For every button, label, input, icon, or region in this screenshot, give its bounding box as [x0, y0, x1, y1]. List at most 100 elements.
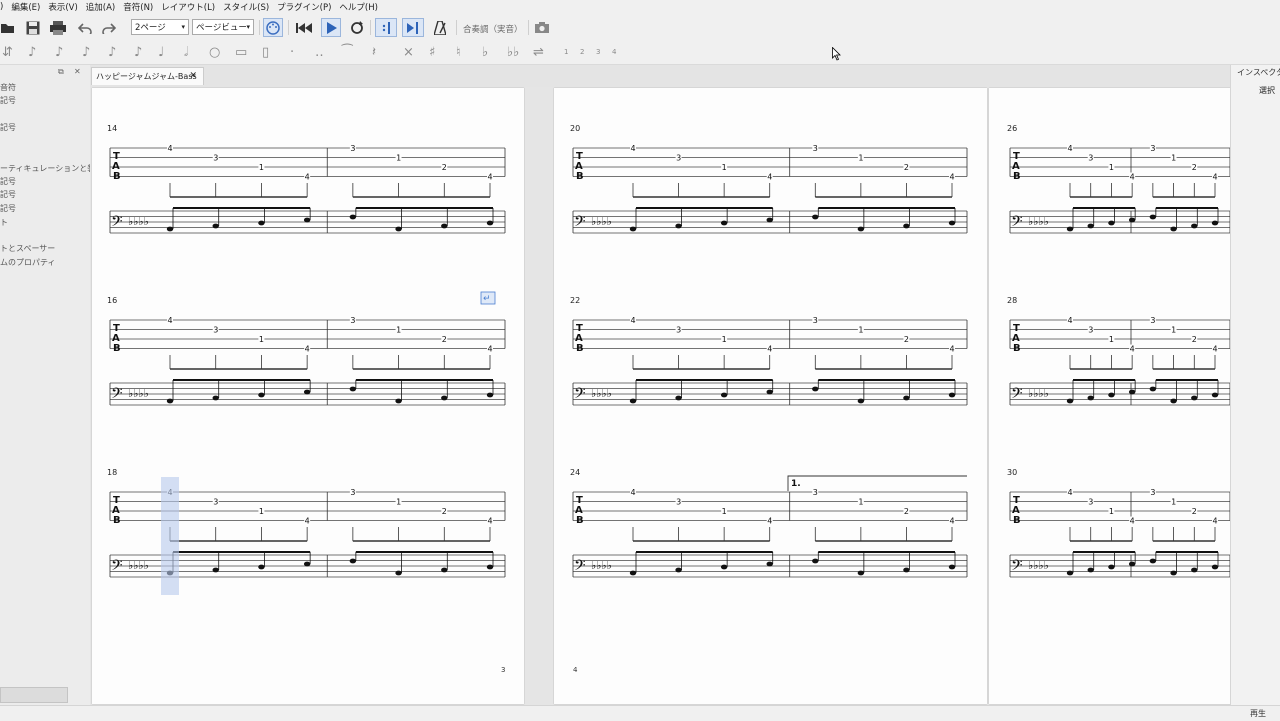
open-folder-icon[interactable] — [0, 18, 16, 37]
notehead — [1211, 220, 1219, 226]
note-half-icon[interactable]: 𝅗𝅥 — [184, 45, 188, 60]
redo-icon[interactable] — [100, 18, 118, 37]
notehead — [395, 398, 402, 404]
sharp-icon[interactable]: ♯ — [429, 45, 435, 60]
natural-icon[interactable]: ♮ — [456, 45, 461, 60]
menu-add[interactable]: 追加(A) — [86, 1, 115, 13]
double-flat-icon[interactable]: ♭♭ — [507, 45, 519, 60]
menu-help[interactable]: ヘルプ(H) — [339, 1, 378, 13]
fret-number: 2 — [442, 335, 447, 344]
note-64th-icon[interactable]: ♪ — [28, 45, 36, 60]
page-select[interactable]: 2ページ ▾ — [131, 19, 189, 35]
flip-direction-icon[interactable]: ⇌ — [533, 45, 544, 60]
notehead — [1108, 392, 1115, 398]
play-icon[interactable] — [321, 18, 341, 37]
palette-item[interactable]: 記号 — [0, 203, 16, 214]
repeat-icon[interactable] — [375, 18, 397, 37]
note-32nd-icon[interactable]: ♪ — [55, 45, 63, 60]
note-whole-icon[interactable]: ○ — [209, 45, 220, 60]
fret-number: 4 — [1068, 488, 1073, 497]
voice-2-button[interactable]: 2 — [580, 48, 584, 56]
bass-clef: 𝄢 — [574, 385, 586, 406]
rest-icon[interactable]: 𝄽 — [372, 45, 376, 60]
menu-file-fragment[interactable]: ) — [0, 2, 3, 12]
close-icon[interactable]: ✕ — [189, 71, 197, 81]
palette-item[interactable]: 音符 — [0, 82, 16, 93]
measure-number: 30 — [1007, 468, 1017, 477]
voice-icon[interactable]: ⇵ — [2, 45, 13, 60]
double-sharp-icon[interactable]: × — [403, 45, 414, 60]
notehead — [486, 564, 494, 570]
notehead — [1149, 386, 1157, 392]
save-icon[interactable] — [24, 18, 42, 37]
camera-icon[interactable] — [533, 18, 551, 37]
view-mode-select[interactable]: ページビュー ▾ — [192, 19, 254, 35]
fret-number: 4 — [767, 517, 772, 526]
notehead — [1087, 567, 1094, 573]
note-breve-icon[interactable]: ▭ — [235, 45, 247, 60]
score-tab[interactable]: ハッピージャムジャム-Bass ✕ — [91, 67, 204, 85]
note-longa-icon[interactable]: ▯ — [262, 45, 269, 60]
score-tab-title: ハッピージャムジャム-Bass — [96, 72, 197, 81]
notehead — [1108, 564, 1115, 570]
fret-number: 2 — [442, 507, 447, 516]
note-quarter-icon[interactable]: ♩ — [158, 45, 164, 60]
workspace-select[interactable] — [0, 687, 68, 703]
score-canvas[interactable]: 14 T A B 𝄢 ♭♭♭♭ 4 3 1 4 3 1 2 4 16 T A B 𝄢 ♭♭♭♭ 4 3 1 4 3 1 2 4 18 T A… — [90, 87, 1230, 705]
key-signature: ♭♭♭♭ — [591, 559, 612, 572]
notehead — [1211, 564, 1219, 570]
notehead — [1087, 223, 1094, 229]
panel-close-icon[interactable]: ✕ — [74, 67, 81, 76]
note-16th-icon[interactable]: ♪ — [82, 45, 90, 60]
palette-item[interactable]: トとスペーサー — [0, 243, 55, 254]
notehead — [948, 220, 956, 226]
menu-layout[interactable]: レイアウト(L) — [161, 1, 215, 13]
menu-notes[interactable]: 音符(N) — [123, 1, 153, 13]
menu-plugins[interactable]: プラグイン(P) — [277, 1, 331, 13]
voice-3-button[interactable]: 3 — [596, 48, 600, 56]
key-signature: ♭♭♭♭ — [128, 559, 149, 572]
dot-icon[interactable]: · — [290, 45, 294, 60]
inspector-title: インスペクタ — [1237, 68, 1280, 77]
notehead — [1191, 223, 1198, 229]
palette-item[interactable]: ト — [0, 217, 8, 228]
measure-number: 24 — [570, 468, 580, 477]
measure-number: 22 — [570, 296, 580, 305]
measure-number: 14 — [107, 124, 117, 133]
menu-edit[interactable]: 編集(E) — [11, 1, 40, 13]
voice-4-button[interactable]: 4 — [612, 48, 616, 56]
double-dot-icon[interactable]: ‥ — [315, 45, 324, 60]
concert-pitch-toggle[interactable]: 合奏調（実音） — [463, 23, 523, 35]
fret-number: 1 — [722, 335, 727, 344]
notehead — [486, 220, 494, 226]
notehead — [1191, 567, 1198, 573]
note-eighth-alt-icon[interactable]: ♪ — [134, 45, 142, 60]
fret-number: 1 — [396, 498, 401, 507]
note-eighth-icon[interactable]: ♪ — [108, 45, 116, 60]
metronome-icon[interactable] — [430, 18, 450, 37]
rewind-icon[interactable] — [294, 18, 314, 37]
palette-item[interactable]: 記号 — [0, 95, 16, 106]
fret-number: 1 — [396, 326, 401, 335]
palette-item[interactable]: 記号 — [0, 176, 16, 187]
print-icon[interactable] — [49, 18, 67, 37]
undock-icon[interactable]: ⧉ — [58, 67, 64, 77]
menu-view[interactable]: 表示(V) — [48, 1, 77, 13]
palette-item[interactable]: ムのプロパティ — [0, 257, 56, 268]
undo-icon[interactable] — [76, 18, 94, 37]
palette-item[interactable]: 記号 — [0, 189, 16, 200]
midi-icon[interactable] — [263, 18, 283, 37]
key-signature: ♭♭♭♭ — [591, 387, 612, 400]
tie-icon[interactable]: ⁀ — [342, 45, 352, 60]
fret-number: 3 — [813, 488, 818, 497]
voice-1-button[interactable]: 1 — [564, 48, 568, 56]
palette-panel: ⧉ ✕ 音符 記号 記号 ーティキュレーションと装飾 記号 記号 記号 ト トと… — [0, 65, 103, 705]
notehead — [766, 389, 773, 395]
flat-icon[interactable]: ♭ — [482, 45, 488, 60]
pan-icon[interactable] — [402, 18, 424, 37]
loop-icon[interactable] — [347, 18, 367, 37]
palette-item[interactable]: 記号 — [0, 122, 16, 133]
inspector-panel: インスペクタ 選択 — [1230, 65, 1280, 705]
menu-style[interactable]: スタイル(S) — [223, 1, 269, 13]
palette-item[interactable]: ーティキュレーションと装飾 — [0, 163, 103, 174]
